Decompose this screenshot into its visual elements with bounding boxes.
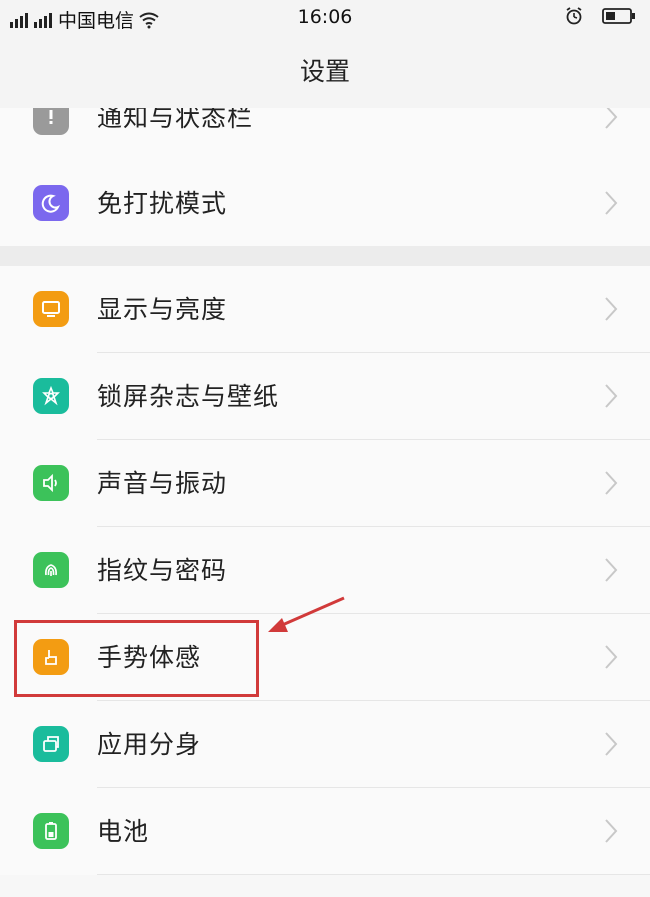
flower-icon [33, 378, 69, 414]
fingerprint-icon [33, 552, 69, 588]
divider [97, 874, 650, 875]
settings-item-label: 显示与亮度 [97, 295, 228, 324]
settings-item-label: 指纹与密码 [97, 556, 228, 585]
status-bar: 中国电信 16:06 [0, 0, 650, 36]
chevron-right-icon [605, 645, 618, 669]
alarm-clock-icon [566, 7, 582, 25]
settings-item-label: 电池 [97, 817, 150, 846]
display-icon [33, 291, 69, 327]
settings-item-do-not-disturb[interactable]: 免打扰模式 [0, 160, 650, 247]
section-divider [0, 246, 650, 266]
battery-icon [602, 8, 635, 24]
chevron-right-icon [605, 819, 618, 843]
chevron-right-icon [605, 471, 618, 495]
chevron-right-icon [605, 384, 618, 408]
battery-settings-icon [33, 813, 69, 849]
chevron-right-icon [605, 558, 618, 582]
highlight-box [14, 620, 259, 697]
chevron-right-icon [605, 732, 618, 756]
settings-item-label: 声音与振动 [97, 469, 228, 498]
speaker-icon [33, 465, 69, 501]
settings-item-label: 锁屏杂志与壁纸 [97, 382, 280, 411]
settings-item-label: 免打扰模式 [97, 189, 228, 218]
red-arrow-annotation [268, 596, 345, 632]
status-time: 16:06 [297, 6, 353, 28]
moon-icon [33, 185, 69, 221]
settings-item-display[interactable]: 显示与亮度 [0, 266, 650, 353]
chevron-right-icon [605, 297, 618, 321]
chevron-right-icon [605, 191, 618, 215]
settings-item-battery[interactable]: 电池 [0, 788, 650, 875]
settings-item-sound[interactable]: 声音与振动 [0, 440, 650, 527]
settings-item-label: 应用分身 [97, 730, 202, 759]
page-title: 设置 [0, 36, 650, 108]
app-clone-icon [33, 726, 69, 762]
settings-item-app-clone[interactable]: 应用分身 [0, 701, 650, 788]
settings-item-wallpaper[interactable]: 锁屏杂志与壁纸 [0, 353, 650, 440]
